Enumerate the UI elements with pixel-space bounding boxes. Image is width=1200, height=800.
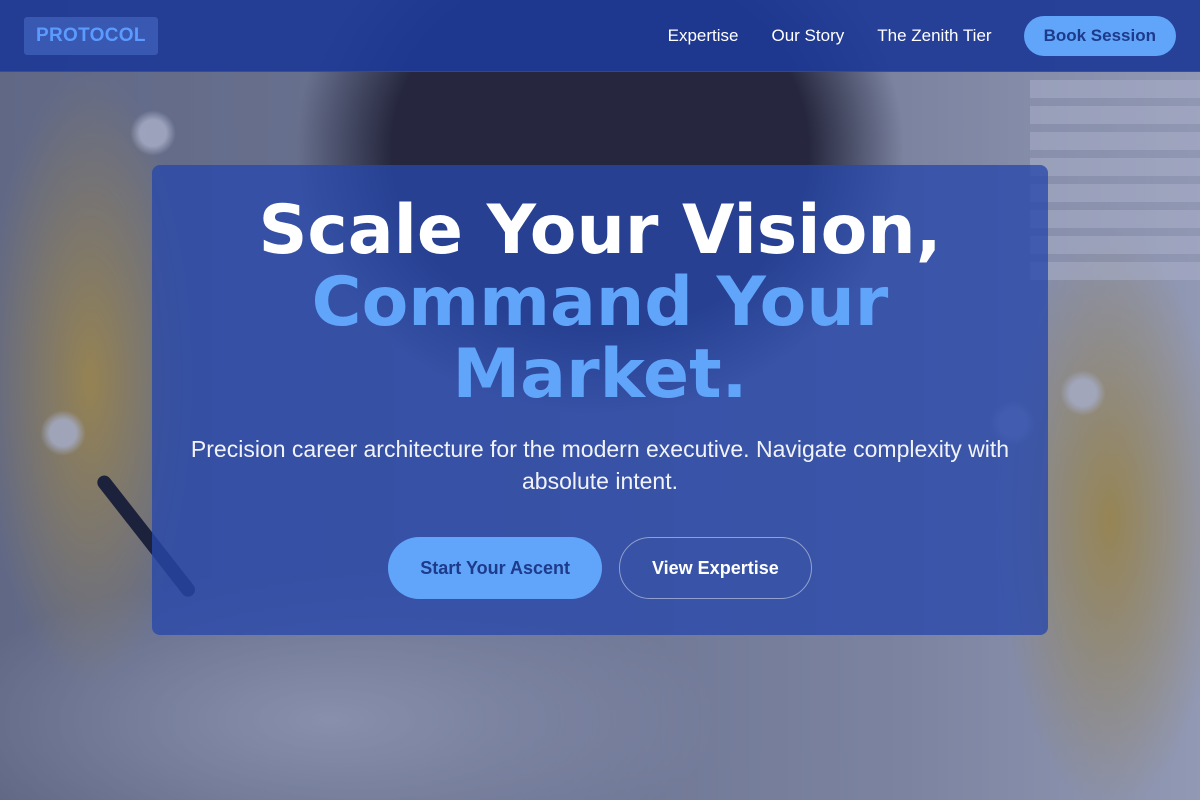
main-nav: Expertise Our Story The Zenith Tier Book… bbox=[668, 15, 1176, 56]
headline-line-3: Market. bbox=[452, 335, 748, 414]
site-header: PROTOCOL Expertise Our Story The Zenith … bbox=[0, 0, 1200, 72]
nav-link-zenith-tier[interactable]: The Zenith Tier bbox=[877, 26, 991, 46]
headline-line-1: Scale Your Vision, bbox=[258, 191, 942, 270]
hero-card: Scale Your Vision, Command Your Market. … bbox=[152, 165, 1048, 635]
nav-link-expertise[interactable]: Expertise bbox=[668, 26, 739, 46]
start-ascent-button[interactable]: Start Your Ascent bbox=[388, 537, 602, 599]
hero-actions: Start Your Ascent View Expertise bbox=[152, 537, 1048, 599]
view-expertise-button[interactable]: View Expertise bbox=[618, 537, 812, 599]
hero-subtext: Precision career architecture for the mo… bbox=[190, 436, 1010, 494]
headline-line-2: Command Your bbox=[311, 263, 889, 342]
hero-headline: Scale Your Vision, Command Your Market. bbox=[152, 195, 1048, 411]
logo[interactable]: PROTOCOL bbox=[24, 16, 158, 55]
nav-link-our-story[interactable]: Our Story bbox=[772, 26, 845, 46]
book-session-button[interactable]: Book Session bbox=[1023, 15, 1176, 56]
